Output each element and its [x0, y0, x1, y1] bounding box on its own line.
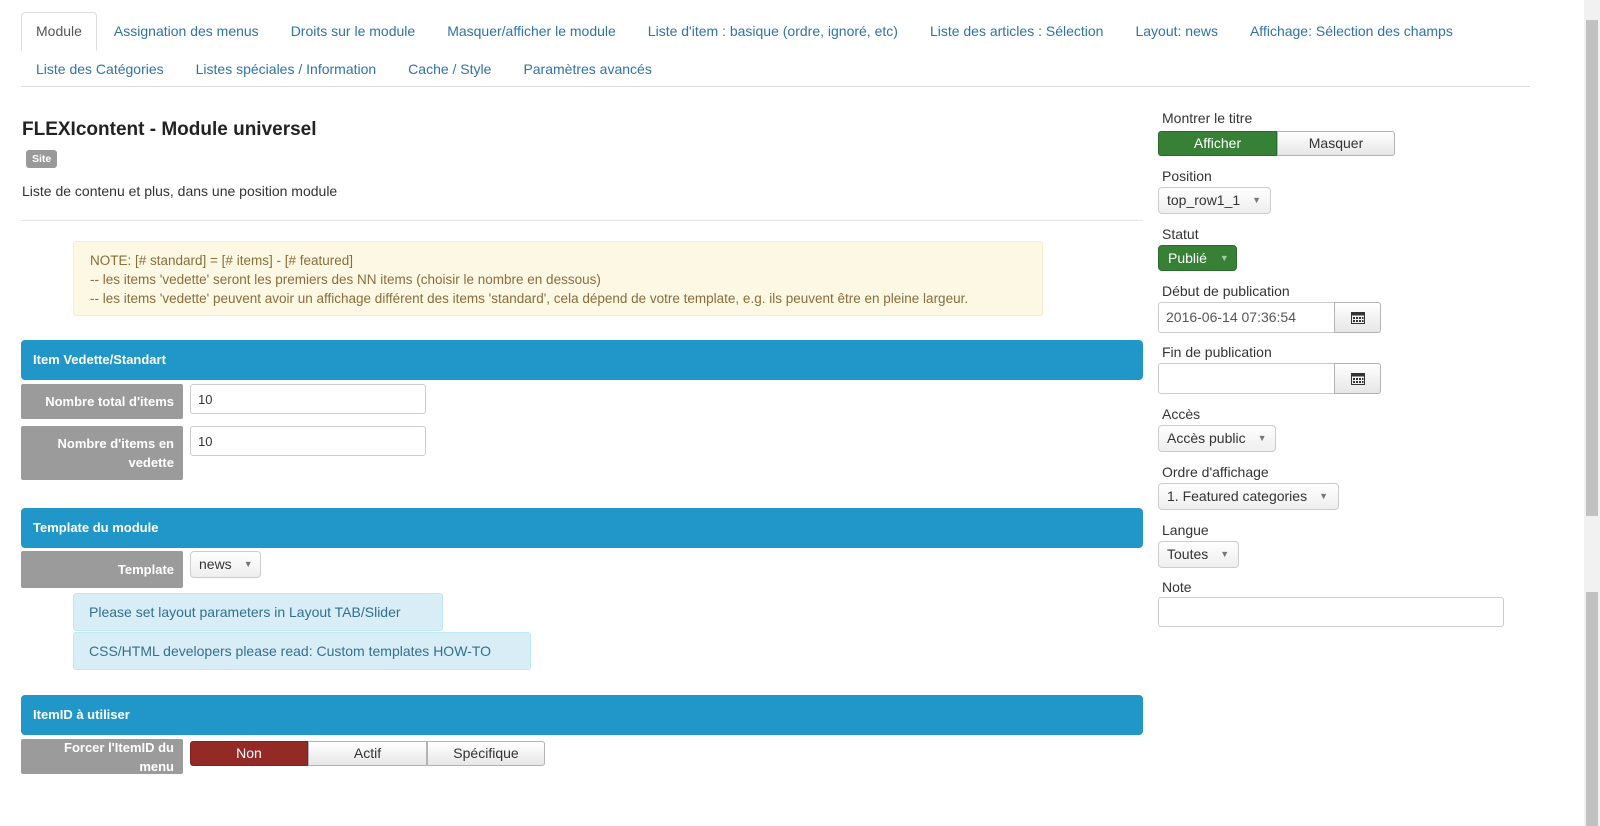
- layout-params-info: Please set layout parameters in Layout T…: [73, 593, 443, 631]
- total-items-input[interactable]: [190, 384, 426, 414]
- force-itemid-label: Forcer l'ItemID du menu: [21, 739, 183, 774]
- itemid-option-actif[interactable]: Actif: [308, 741, 427, 766]
- caret-down-icon: ▼: [1252, 195, 1262, 205]
- access-label: Accès: [1162, 406, 1201, 422]
- status-select-value: Publié: [1168, 250, 1207, 266]
- divider: [21, 220, 1143, 221]
- language-select[interactable]: Toutes ▼: [1158, 541, 1239, 568]
- tab-menu-assignment[interactable]: Assignation des menus: [99, 12, 274, 49]
- caret-down-icon: ▼: [1319, 491, 1329, 501]
- caret-down-icon: ▼: [1220, 549, 1230, 559]
- itemid-option-specifique[interactable]: Spécifique: [427, 741, 545, 766]
- featured-items-label: Nombre d'items en vedette: [21, 426, 183, 480]
- show-title-masquer[interactable]: Masquer: [1277, 131, 1395, 156]
- section-featured-header[interactable]: Item Vedette/Standart: [21, 340, 1143, 380]
- ordering-select-value: 1. Featured categories: [1167, 488, 1308, 504]
- featured-note-box: NOTE: [# standard] = [# items] - [# feat…: [73, 241, 1043, 316]
- tab-layout-news[interactable]: Layout: news: [1120, 12, 1233, 49]
- note-label: Note: [1162, 579, 1192, 595]
- page-scrollbar[interactable]: [1584, 0, 1600, 826]
- tab-article-list-selection[interactable]: Liste des articles : Sélection: [915, 12, 1119, 49]
- caret-down-icon: ▼: [1219, 253, 1229, 263]
- show-title-label: Montrer le titre: [1162, 110, 1253, 126]
- tabs-row-1: Module Assignation des menus Droits sur …: [21, 12, 1470, 51]
- custom-templates-info-link[interactable]: CSS/HTML developers please read: Custom …: [73, 632, 531, 670]
- note-line: -- les items 'vedette' peuvent avoir un …: [90, 291, 969, 306]
- status-select[interactable]: Publié ▼: [1158, 245, 1237, 271]
- section-template-header[interactable]: Template du module: [21, 508, 1143, 548]
- caret-down-icon: ▼: [243, 559, 253, 569]
- total-items-label: Nombre total d'items: [21, 384, 183, 419]
- tab-cache-style[interactable]: Cache / Style: [393, 50, 506, 87]
- tab-show-hide-module[interactable]: Masquer/afficher le module: [432, 12, 631, 49]
- status-label: Statut: [1162, 226, 1199, 242]
- publish-down-label: Fin de publication: [1162, 344, 1272, 360]
- tab-special-lists[interactable]: Listes spéciales / Information: [181, 50, 392, 87]
- publish-up-label: Début de publication: [1162, 283, 1290, 299]
- site-badge: Site: [26, 150, 58, 168]
- access-select-value: Accès public: [1167, 430, 1246, 446]
- featured-items-input[interactable]: [190, 426, 426, 456]
- scrollbar-thumb-lower[interactable]: [1586, 592, 1598, 826]
- tab-module[interactable]: Module: [21, 12, 97, 51]
- publish-up-calendar-button[interactable]: [1334, 302, 1381, 333]
- tab-item-list-basic[interactable]: Liste d'item : basique (ordre, ignoré, e…: [633, 12, 913, 49]
- section-itemid-header[interactable]: ItemID à utiliser: [21, 695, 1143, 735]
- template-select[interactable]: news ▼: [190, 551, 261, 578]
- tab-category-list[interactable]: Liste des Catégories: [21, 50, 179, 87]
- show-title-afficher[interactable]: Afficher: [1158, 131, 1277, 156]
- publish-down-input[interactable]: [1158, 363, 1335, 394]
- note-input[interactable]: [1158, 597, 1504, 627]
- position-select[interactable]: top_row1_1 ▼: [1158, 187, 1271, 214]
- module-description: Liste de contenu et plus, dans une posit…: [22, 183, 338, 199]
- tabs-row-2: Liste des Catégories Listes spéciales / …: [21, 50, 669, 87]
- tab-field-selection[interactable]: Affichage: Sélection des champs: [1235, 12, 1468, 49]
- tab-module-permissions[interactable]: Droits sur le module: [276, 12, 431, 49]
- itemid-option-non[interactable]: Non: [190, 741, 308, 766]
- template-select-value: news: [199, 556, 232, 572]
- note-line: NOTE: [# standard] = [# items] - [# feat…: [90, 253, 353, 268]
- module-tabs: Module Assignation des menus Droits sur …: [21, 12, 1530, 87]
- language-label: Langue: [1162, 522, 1209, 538]
- scrollbar-thumb[interactable]: [1586, 20, 1598, 516]
- ordering-select[interactable]: 1. Featured categories ▼: [1158, 483, 1339, 510]
- publish-down-calendar-button[interactable]: [1334, 363, 1381, 394]
- module-title: FLEXIcontent - Module universel: [22, 119, 317, 140]
- access-select[interactable]: Accès public ▼: [1158, 425, 1276, 452]
- ordering-label: Ordre d'affichage: [1162, 464, 1269, 480]
- position-label: Position: [1162, 168, 1212, 184]
- language-select-value: Toutes: [1167, 546, 1209, 562]
- note-line: -- les items 'vedette' seront les premie…: [90, 272, 601, 287]
- show-title-toggle: Afficher Masquer: [1158, 131, 1395, 156]
- caret-down-icon: ▼: [1257, 433, 1267, 443]
- tab-advanced-params[interactable]: Paramètres avancés: [508, 50, 666, 87]
- position-select-value: top_row1_1: [1167, 192, 1241, 208]
- force-itemid-toggle: Non Actif Spécifique: [190, 741, 545, 766]
- publish-up-input[interactable]: 2016-06-14 07:36:54: [1158, 302, 1335, 333]
- calendar-icon: [1350, 373, 1365, 385]
- template-label: Template: [21, 551, 183, 588]
- calendar-icon: [1350, 312, 1365, 324]
